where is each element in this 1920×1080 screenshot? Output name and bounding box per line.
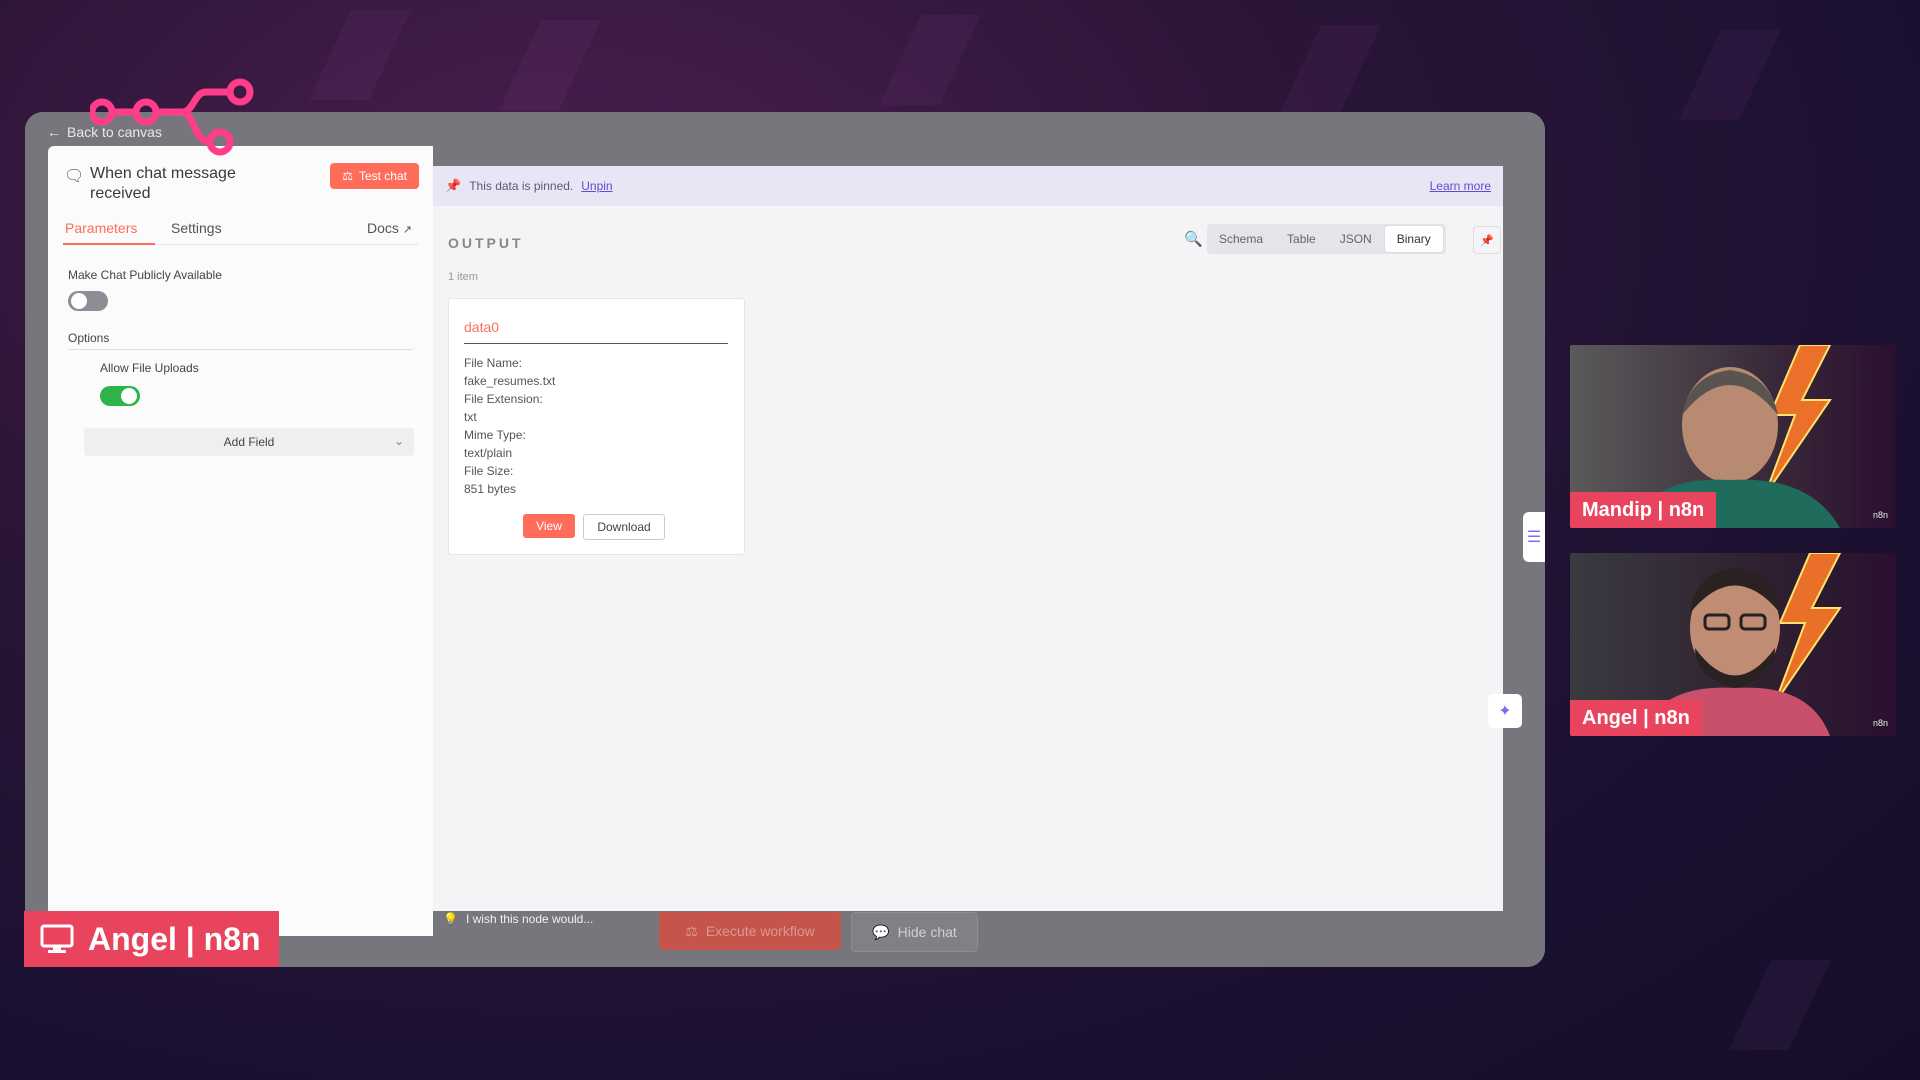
allow-uploads-label: Allow File Uploads [100,361,199,375]
tab-settings[interactable]: Settings [171,220,222,236]
binary-data-card: data0 File Name: fake_resumes.txt File E… [448,298,745,555]
output-panel: 📌 This data is pinned. Unpin Learn more … [433,166,1503,911]
background-bolt [879,15,981,105]
background-bolt [1729,960,1831,1050]
n8n-watermark: n8n [1872,718,1888,728]
item-count: 1 item [448,271,478,283]
execute-label: Execute workflow [705,923,815,939]
n8n-logo [90,78,254,156]
chat-bubble-icon: 💬 [872,923,890,940]
test-chat-button[interactable]: ⚖ Test chat [330,163,419,189]
tab-docs[interactable]: Docs ↗ [367,220,412,236]
add-field-dropdown[interactable]: Add Field ⌄ [84,428,414,456]
divider [464,343,728,344]
external-link-icon: ↗ [402,224,412,236]
background-bolt [1679,30,1781,120]
node-tabs: Parameters Settings Docs ↗ [63,216,418,245]
file-name-label: File Name: [464,356,523,370]
side-panel-toggle[interactable]: ☰ [1523,512,1545,562]
file-size-label: File Size: [464,464,514,478]
binary-property-name: data0 [464,319,500,335]
tab-parameters[interactable]: Parameters [65,220,137,236]
file-size-value: 851 bytes [464,482,517,496]
participant-name: Mandip | n8n [1570,492,1717,528]
output-view-tabs: Schema Table JSON Binary [1207,224,1446,254]
file-extension-label: File Extension: [464,392,543,406]
webcam-feed: Angel | n8n n8n [1570,553,1896,736]
download-button[interactable]: Download [583,514,665,540]
tab-table[interactable]: Table [1275,224,1328,254]
docs-label: Docs [366,220,399,236]
node-parameters-panel: 🗨 When chat message received ⚖ Test chat… [48,146,433,936]
wish-label: I wish this node would... [465,912,594,926]
background-bolt [1279,25,1381,115]
pin-icon: 📌 [1480,234,1494,247]
monitor-icon [40,924,74,953]
allow-uploads-toggle[interactable] [100,386,140,406]
hide-chat-button[interactable]: 💬 Hide chat [851,912,978,952]
lightbulb-icon: 💡 [443,912,458,926]
background-bolt [309,10,411,100]
chat-bubble-icon: 🗨 [64,168,85,185]
pinned-data-banner: 📌 This data is pinned. Unpin Learn more [433,166,1503,206]
background-bolt [499,20,601,110]
ai-assistant-button[interactable]: ✦ [1488,694,1522,728]
mime-type-label: Mime Type: [464,428,526,442]
flask-icon: ⚖ [685,922,698,939]
wish-feedback-link[interactable]: 💡 I wish this node would... [443,912,593,926]
options-label: Options [68,331,110,345]
menu-icon: ☰ [1526,529,1542,546]
tab-json[interactable]: JSON [1328,224,1384,254]
execute-workflow-button[interactable]: ⚖ Execute workflow [659,912,841,950]
output-title: OUTPUT [448,235,524,251]
make-public-toggle[interactable] [68,291,108,311]
pinned-text: This data is pinned. [469,179,574,193]
unpin-link[interactable]: Unpin [581,179,612,193]
active-tab-indicator [63,243,155,245]
presenter-label: Angel | n8n [24,911,279,967]
view-button[interactable]: View [523,514,575,538]
participant-name: Angel | n8n [1570,700,1702,736]
screen-share: ← Back to canvas 🗨 When chat message rec… [25,112,1545,967]
flask-icon: ⚖ [342,169,353,183]
webcam-feed: Mandip | n8n n8n [1570,345,1896,528]
add-field-label: Add Field [223,435,275,449]
learn-more-link[interactable]: Learn more [1430,179,1491,193]
n8n-watermark: n8n [1872,510,1888,520]
divider [68,349,413,350]
presenter-name: Angel | n8n [88,920,261,957]
pin-data-button[interactable]: 📌 [1473,226,1501,254]
search-icon[interactable]: 🔍 [1184,230,1203,248]
make-public-label: Make Chat Publicly Available [68,268,222,282]
tab-schema[interactable]: Schema [1207,224,1275,254]
pin-icon: 📌 [445,178,462,193]
hide-chat-label: Hide chat [897,924,957,940]
sparkle-icon: ✦ [1498,703,1512,720]
chevron-down-icon: ⌄ [393,434,404,448]
node-title: When chat message received [90,165,236,202]
mime-type-value: text/plain [464,446,513,460]
file-name-value: fake_resumes.txt [464,374,556,388]
arrow-left-icon: ← [47,124,61,140]
tab-binary[interactable]: Binary [1383,225,1444,253]
test-chat-label: Test chat [358,169,407,183]
file-extension-value: txt [464,410,477,424]
